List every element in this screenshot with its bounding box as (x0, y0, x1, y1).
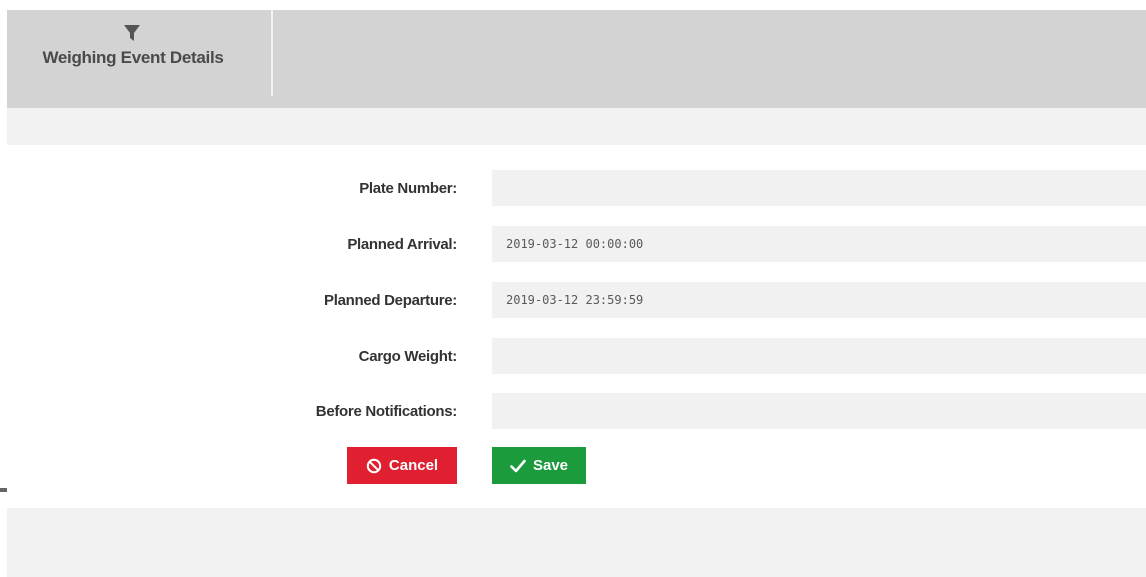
cargo-weight-input[interactable] (492, 338, 1146, 374)
tab-title: Weighing Event Details (42, 48, 224, 67)
toolbar-strip (7, 108, 1146, 145)
edge-marker (0, 488, 7, 492)
planned-arrival-input[interactable] (492, 226, 1146, 262)
plate-number-input[interactable] (492, 170, 1146, 206)
planned-arrival-label: Planned Arrival: (347, 236, 457, 253)
save-button[interactable]: Save (492, 447, 586, 484)
header-bar: Weighing Event Details (7, 10, 1146, 108)
plate-number-label: Plate Number: (359, 180, 457, 197)
cancel-label: Cancel (388, 457, 439, 474)
before-notifications-input[interactable] (492, 393, 1146, 429)
before-notifications-label: Before Notifications: (315, 403, 458, 420)
planned-departure-input[interactable] (492, 282, 1146, 318)
cargo-weight-label: Cargo Weight: (358, 348, 458, 365)
tab-weighing-event-details[interactable]: Weighing Event Details (7, 10, 273, 96)
ban-icon (366, 458, 382, 473)
save-label: Save (532, 457, 569, 474)
planned-departure-label: Planned Departure: (324, 292, 457, 309)
footer-bar (7, 508, 1146, 577)
check-icon (510, 459, 526, 472)
filter-icon[interactable] (123, 24, 141, 42)
cancel-button[interactable]: Cancel (347, 447, 457, 484)
